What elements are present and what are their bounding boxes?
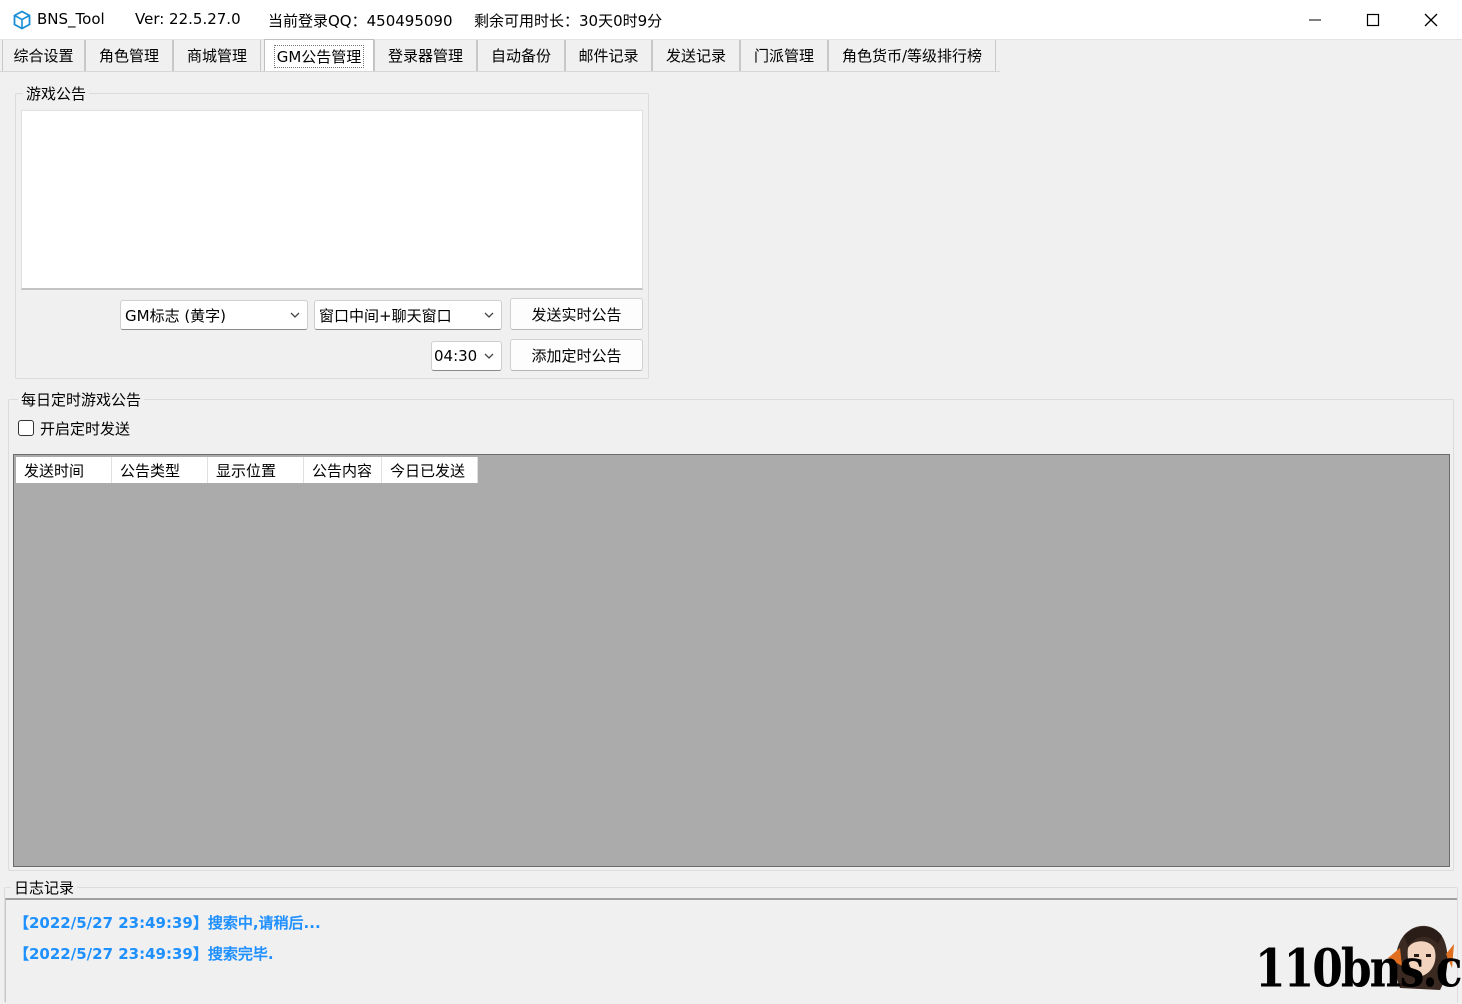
tab-label: 角色货币/等级排行榜 <box>841 47 983 65</box>
time-value: 04:30 <box>434 347 478 365</box>
log-line: 【2022/5/27 23:49:39】搜索完毕. <box>14 945 274 963</box>
tab-label: 发送记录 <box>665 47 726 65</box>
watermark-text: 110bns.com <box>1255 938 1462 1000</box>
maximize-icon <box>1366 13 1380 27</box>
scheduled-notice-list[interactable]: 发送时间 公告类型 显示位置 公告内容 今日已发送 <box>13 454 1450 867</box>
notice-type-value: GM标志 (黄字) <box>125 306 227 325</box>
maximize-button[interactable] <box>1344 0 1402 40</box>
column-header-send-time[interactable]: 发送时间 <box>16 457 112 483</box>
daily-notice-group-label: 每日定时游戏公告 <box>18 389 145 410</box>
column-header-notice-content[interactable]: 公告内容 <box>304 457 382 483</box>
tab-currency-level-ranking[interactable]: 角色货币/等级排行榜 <box>828 40 996 71</box>
enable-schedule-checkbox[interactable] <box>18 420 34 436</box>
tab-auto-backup[interactable]: 自动备份 <box>477 40 565 71</box>
tab-label: GM公告管理 <box>273 44 365 68</box>
tab-character-management[interactable]: 角色管理 <box>85 40 173 71</box>
display-position-value: 窗口中间+聊天窗口 <box>319 306 452 325</box>
close-icon <box>1424 13 1438 27</box>
tab-label: 综合设置 <box>13 47 74 65</box>
app-cube-icon <box>13 10 31 30</box>
tab-label: 邮件记录 <box>578 47 639 65</box>
minimize-icon <box>1309 19 1321 21</box>
tab-label: 自动备份 <box>490 47 551 65</box>
tab-label: 商城管理 <box>186 47 247 65</box>
chevron-down-icon <box>290 312 300 318</box>
close-button[interactable] <box>1402 0 1460 40</box>
send-realtime-notice-button[interactable]: 发送实时公告 <box>510 298 643 330</box>
remaining-time-text: 剩余可用时长：30天0时9分 <box>474 12 663 30</box>
tab-mail-records[interactable]: 邮件记录 <box>565 40 652 71</box>
enable-schedule-label: 开启定时发送 <box>40 420 131 438</box>
log-output[interactable]: 【2022/5/27 23:49:39】搜索中,请稍后... 【2022/5/2… <box>5 898 1457 1002</box>
display-position-select[interactable]: 窗口中间+聊天窗口 <box>314 300 502 330</box>
time-select[interactable]: 04:30 <box>431 341 502 371</box>
log-line: 【2022/5/27 23:49:39】搜索中,请稍后... <box>14 914 321 932</box>
column-header-sent-today[interactable]: 今日已发送 <box>382 457 478 483</box>
minimize-button[interactable] <box>1286 0 1344 40</box>
column-header-notice-type[interactable]: 公告类型 <box>112 457 208 483</box>
app-name: BNS_Tool <box>37 10 105 28</box>
notice-type-select[interactable]: GM标志 (黄字) <box>120 300 308 330</box>
tab-guild-management[interactable]: 门派管理 <box>740 40 828 71</box>
version-text: Ver: 22.5.27.0 <box>135 10 241 28</box>
chevron-down-icon <box>484 353 494 359</box>
title-bar: BNS_Tool Ver: 22.5.27.0 当前登录QQ：450495090… <box>0 0 1462 40</box>
log-group-label: 日志记录 <box>11 877 78 898</box>
column-header-display-position[interactable]: 显示位置 <box>208 457 304 483</box>
login-qq-text: 当前登录QQ：450495090 <box>268 12 453 30</box>
chevron-down-icon <box>484 312 494 318</box>
tab-shop-management[interactable]: 商城管理 <box>173 40 261 71</box>
tab-label: 角色管理 <box>98 47 159 65</box>
tab-divider <box>0 71 1000 72</box>
tab-strip: 综合设置 角色管理 商城管理 GM公告管理 登录器管理 自动备份 邮件记录 发送… <box>2 39 1002 72</box>
tab-launcher-management[interactable]: 登录器管理 <box>374 40 477 71</box>
tab-send-records[interactable]: 发送记录 <box>652 40 740 71</box>
notice-text-input[interactable] <box>21 110 643 290</box>
tab-label: 门派管理 <box>753 47 814 65</box>
game-notice-group-label: 游戏公告 <box>23 83 90 104</box>
add-scheduled-notice-button[interactable]: 添加定时公告 <box>510 339 643 371</box>
tab-gm-notice-management[interactable]: GM公告管理 <box>264 39 374 72</box>
tab-label: 登录器管理 <box>387 47 463 65</box>
tab-general-settings[interactable]: 综合设置 <box>2 40 85 71</box>
